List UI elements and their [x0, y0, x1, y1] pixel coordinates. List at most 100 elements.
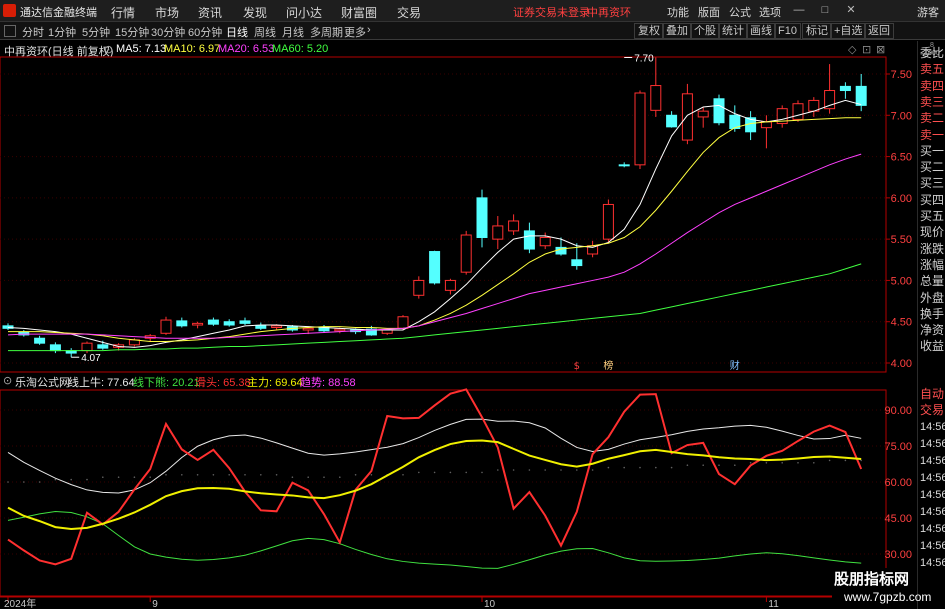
trend-dot — [512, 469, 515, 471]
x-axis-label: 11 — [768, 599, 779, 609]
sidebar-item: 委比 — [920, 46, 945, 60]
trend-dot — [102, 476, 104, 479]
sidebar-time: 14:56 — [920, 472, 945, 484]
sidebar-time: 14:56 — [920, 489, 945, 501]
trend-dot — [149, 476, 151, 479]
trend-dot — [38, 481, 41, 483]
sidebar-time: 14:56 — [920, 523, 945, 535]
watermark: 股朋指标网 www.7gpzb.com — [832, 568, 931, 608]
main-y-tick-label: 6.50 — [891, 152, 912, 164]
candle-body — [239, 320, 251, 324]
trend-dot — [544, 469, 546, 471]
trend-dot — [591, 469, 594, 471]
trend-dot — [323, 476, 325, 479]
candle-body — [571, 259, 583, 267]
price-annotation-label: 4.07 — [81, 353, 101, 364]
candle-body — [492, 225, 504, 240]
candle-body — [508, 220, 520, 232]
candle-body — [539, 236, 551, 247]
sidebar-time: 14:56 — [920, 438, 945, 450]
sidebar-item: 卖二 — [920, 111, 945, 126]
trend-dot — [212, 474, 215, 476]
candle-body — [634, 92, 646, 166]
trend-dot — [828, 459, 831, 462]
trend-dot — [339, 476, 341, 479]
trend-dot — [670, 466, 673, 469]
candle-body — [476, 197, 488, 238]
indicator-settings-icon[interactable]: ⊙ — [3, 374, 12, 387]
candle-body — [255, 325, 267, 329]
candle-body — [413, 279, 425, 296]
main-y-tick-label: 7.50 — [891, 69, 912, 81]
sidebar-item: 买二 — [920, 160, 945, 175]
sidebar-item: 卖一 — [920, 127, 945, 142]
indicator-name: 乐淘公式网 — [15, 377, 70, 389]
sidebar-time: 14:56 — [920, 455, 945, 467]
sidebar-item: 卖三 — [920, 94, 945, 109]
event-marker: 财 — [730, 359, 740, 372]
candle-body — [444, 279, 456, 291]
sidebar-item: 买五 — [920, 209, 945, 223]
guest-login[interactable]: 游客 — [917, 4, 939, 20]
x-axis-label: 2024年 — [4, 597, 36, 609]
candle-body — [176, 320, 188, 327]
indicator-value-qushi: 趋势: 88.58 — [300, 377, 356, 389]
candle-body — [650, 85, 662, 111]
trend-dot — [70, 478, 72, 481]
sidebar-item: 总量 — [920, 274, 945, 289]
trend-dot — [449, 471, 452, 474]
main-y-tick-label: 5.50 — [891, 234, 912, 246]
trend-dot — [528, 469, 531, 471]
trend-dot — [765, 462, 768, 464]
candle-body — [81, 342, 93, 352]
sidebar-time: 14:56 — [920, 421, 945, 433]
trend-dot — [117, 476, 120, 479]
stock-chart: 7.70 4.07 $ 榜 财 4.00 4.50 5.00 5.50 6.00 6.50 7.00… — [0, 53, 912, 609]
trend-dot — [181, 474, 183, 476]
indicator-value-zhuli: 主力: 69.64 — [247, 377, 303, 389]
trend-dot — [7, 481, 9, 483]
sidebar-item: 换手 — [920, 306, 945, 321]
indicator-value-xianxiaxiong: 线下熊: 20.21 — [133, 377, 200, 389]
trend-dot — [781, 462, 783, 464]
sidebar-auto-trade[interactable]: 交易 — [920, 403, 945, 417]
trend-dot — [418, 471, 420, 474]
main-y-tick-label: 6.00 — [891, 193, 912, 205]
trend-dot — [497, 469, 499, 471]
sidebar-time: 14:56 — [920, 540, 945, 552]
candle-body — [618, 164, 630, 167]
sidebar-item: 买四 — [920, 192, 945, 207]
trend-dot — [196, 474, 199, 476]
sidebar-item: 涨跌 — [920, 241, 945, 256]
sidebar-item: 收益 — [920, 339, 945, 354]
trend-dot — [244, 474, 246, 476]
sidebar-item: 卖五 — [920, 62, 945, 77]
indicator-title-bar: ⊙ 乐淘公式网 线上牛: 77.64 线下熊: 20.21 滑头: 65.38 … — [0, 374, 916, 389]
trend-dot — [623, 466, 625, 469]
indicator-line-线下熊 — [7, 511, 862, 569]
trend-dot — [291, 476, 294, 479]
trend-dot — [275, 474, 278, 476]
x-axis-label: 9 — [152, 599, 158, 609]
candle-body — [839, 85, 851, 92]
event-marker: 榜 — [603, 359, 613, 372]
sidebar-auto-trade[interactable]: 自动 — [920, 387, 945, 401]
main-y-tick-label: 4.00 — [891, 358, 912, 370]
candle-body — [697, 110, 709, 118]
trend-dot — [86, 478, 88, 481]
candle-body — [460, 234, 472, 273]
candle-body — [523, 230, 535, 250]
event-marker: $ — [574, 361, 580, 372]
trend-dot — [54, 478, 57, 481]
ma-line-ma5 — [7, 99, 862, 348]
candle-body — [397, 316, 409, 329]
trend-dot — [481, 471, 483, 474]
candle-body — [302, 327, 314, 331]
trend-dot — [402, 474, 404, 476]
trend-dot — [813, 462, 815, 464]
sidebar-item: 现价 — [920, 225, 945, 240]
watermark-url: www.7gpzb.com — [844, 590, 932, 604]
candle-body — [97, 344, 109, 349]
main-y-tick-label: 5.00 — [891, 275, 912, 287]
trend-dot — [354, 474, 357, 476]
